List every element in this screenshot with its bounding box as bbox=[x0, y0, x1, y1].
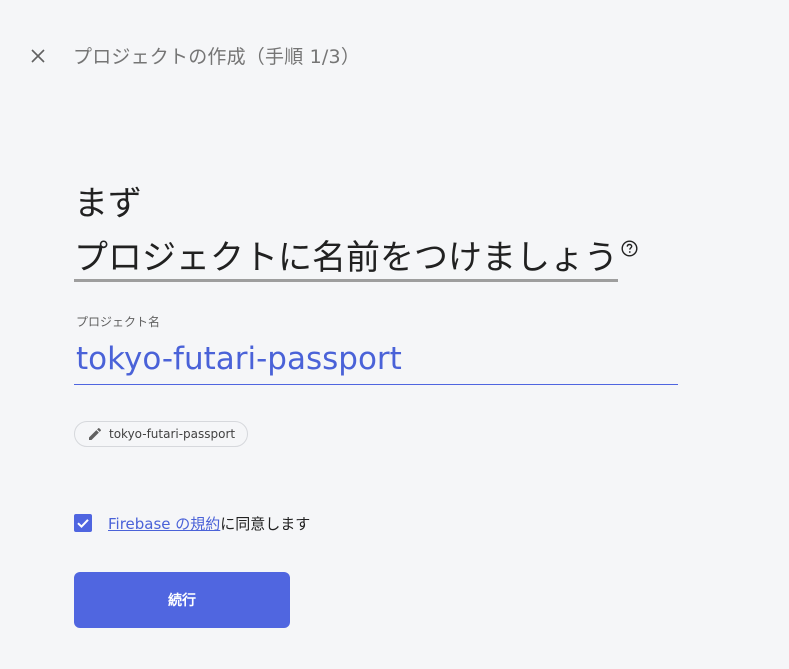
pencil-icon bbox=[89, 427, 102, 440]
continue-button[interactable]: 続行 bbox=[74, 572, 290, 628]
heading-line-1: まず bbox=[74, 184, 142, 224]
help-circle-icon[interactable] bbox=[621, 240, 638, 257]
create-project-page: プロジェクトの作成（手順 1/3） まず プロジェクトに名前をつけましょう プロ… bbox=[0, 0, 789, 669]
project-name-input[interactable] bbox=[74, 333, 678, 385]
close-icon bbox=[31, 49, 45, 63]
project-id-chip[interactable]: tokyo-futari-passport bbox=[74, 421, 249, 447]
terms-link[interactable]: Firebase の規約 bbox=[108, 513, 220, 534]
project-name-label: プロジェクト名 bbox=[76, 315, 161, 329]
terms-suffix: に同意します bbox=[220, 514, 311, 533]
heading-line-2: プロジェクトに名前をつけましょう bbox=[74, 237, 638, 282]
project-id-text: tokyo-futari-passport bbox=[109, 427, 236, 441]
close-button[interactable] bbox=[26, 44, 50, 68]
page-title: プロジェクトの作成（手順 1/3） bbox=[73, 46, 361, 68]
heading-text: プロジェクトに名前をつけましょう bbox=[74, 237, 618, 282]
terms-checkbox[interactable] bbox=[74, 514, 92, 532]
terms-row: Firebase の規約 に同意します bbox=[74, 513, 310, 533]
checkmark-icon bbox=[77, 519, 89, 529]
